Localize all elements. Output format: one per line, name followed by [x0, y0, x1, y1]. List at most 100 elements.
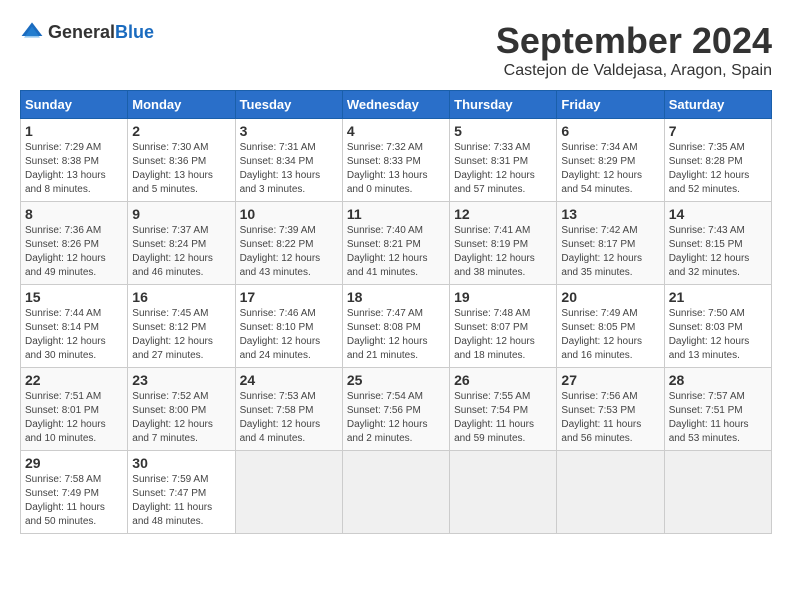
calendar-cell: 27 Sunrise: 7:56 AMSunset: 7:53 PMDaylig…: [557, 368, 664, 451]
day-number: 17: [240, 289, 338, 305]
day-detail: Sunrise: 7:52 AMSunset: 8:00 PMDaylight:…: [132, 391, 213, 444]
day-detail: Sunrise: 7:54 AMSunset: 7:56 PMDaylight:…: [347, 391, 428, 444]
calendar-cell: 29 Sunrise: 7:58 AMSunset: 7:49 PMDaylig…: [21, 451, 128, 534]
calendar-cell: 19 Sunrise: 7:48 AMSunset: 8:07 PMDaylig…: [450, 285, 557, 368]
day-detail: Sunrise: 7:36 AMSunset: 8:26 PMDaylight:…: [25, 225, 106, 278]
calendar-cell: 23 Sunrise: 7:52 AMSunset: 8:00 PMDaylig…: [128, 368, 235, 451]
day-number: 25: [347, 372, 445, 388]
day-of-week-header: Sunday: [21, 91, 128, 119]
calendar-cell: 30 Sunrise: 7:59 AMSunset: 7:47 PMDaylig…: [128, 451, 235, 534]
calendar-cell: 9 Sunrise: 7:37 AMSunset: 8:24 PMDayligh…: [128, 202, 235, 285]
day-number: 27: [561, 372, 659, 388]
day-of-week-header: Wednesday: [342, 91, 449, 119]
day-number: 16: [132, 289, 230, 305]
day-detail: Sunrise: 7:29 AMSunset: 8:38 PMDaylight:…: [25, 142, 106, 195]
day-detail: Sunrise: 7:59 AMSunset: 7:47 PMDaylight:…: [132, 474, 212, 527]
day-detail: Sunrise: 7:43 AMSunset: 8:15 PMDaylight:…: [669, 225, 750, 278]
day-detail: Sunrise: 7:56 AMSunset: 7:53 PMDaylight:…: [561, 391, 641, 444]
day-number: 19: [454, 289, 552, 305]
calendar-cell: [557, 451, 664, 534]
day-number: 18: [347, 289, 445, 305]
day-number: 15: [25, 289, 123, 305]
day-number: 1: [25, 123, 123, 139]
day-detail: Sunrise: 7:31 AMSunset: 8:34 PMDaylight:…: [240, 142, 321, 195]
calendar-cell: 15 Sunrise: 7:44 AMSunset: 8:14 PMDaylig…: [21, 285, 128, 368]
calendar-cell: 7 Sunrise: 7:35 AMSunset: 8:28 PMDayligh…: [664, 119, 771, 202]
day-number: 23: [132, 372, 230, 388]
calendar-cell: 28 Sunrise: 7:57 AMSunset: 7:51 PMDaylig…: [664, 368, 771, 451]
day-number: 28: [669, 372, 767, 388]
calendar-cell: 8 Sunrise: 7:36 AMSunset: 8:26 PMDayligh…: [21, 202, 128, 285]
day-detail: Sunrise: 7:42 AMSunset: 8:17 PMDaylight:…: [561, 225, 642, 278]
calendar-cell: 21 Sunrise: 7:50 AMSunset: 8:03 PMDaylig…: [664, 285, 771, 368]
day-number: 26: [454, 372, 552, 388]
day-number: 22: [25, 372, 123, 388]
day-detail: Sunrise: 7:32 AMSunset: 8:33 PMDaylight:…: [347, 142, 428, 195]
calendar-cell: 25 Sunrise: 7:54 AMSunset: 7:56 PMDaylig…: [342, 368, 449, 451]
day-number: 10: [240, 206, 338, 222]
calendar-week-row: 15 Sunrise: 7:44 AMSunset: 8:14 PMDaylig…: [21, 285, 772, 368]
day-detail: Sunrise: 7:57 AMSunset: 7:51 PMDaylight:…: [669, 391, 749, 444]
day-detail: Sunrise: 7:50 AMSunset: 8:03 PMDaylight:…: [669, 308, 750, 361]
day-detail: Sunrise: 7:55 AMSunset: 7:54 PMDaylight:…: [454, 391, 534, 444]
day-detail: Sunrise: 7:44 AMSunset: 8:14 PMDaylight:…: [25, 308, 106, 361]
day-number: 21: [669, 289, 767, 305]
day-number: 20: [561, 289, 659, 305]
day-detail: Sunrise: 7:48 AMSunset: 8:07 PMDaylight:…: [454, 308, 535, 361]
calendar-body: 1 Sunrise: 7:29 AMSunset: 8:38 PMDayligh…: [21, 119, 772, 534]
day-detail: Sunrise: 7:30 AMSunset: 8:36 PMDaylight:…: [132, 142, 213, 195]
day-number: 8: [25, 206, 123, 222]
day-number: 7: [669, 123, 767, 139]
day-detail: Sunrise: 7:33 AMSunset: 8:31 PMDaylight:…: [454, 142, 535, 195]
day-detail: Sunrise: 7:45 AMSunset: 8:12 PMDaylight:…: [132, 308, 213, 361]
day-detail: Sunrise: 7:35 AMSunset: 8:28 PMDaylight:…: [669, 142, 750, 195]
day-number: 12: [454, 206, 552, 222]
logo-text: GeneralBlue: [48, 22, 154, 43]
calendar-cell: 13 Sunrise: 7:42 AMSunset: 8:17 PMDaylig…: [557, 202, 664, 285]
day-of-week-header: Thursday: [450, 91, 557, 119]
day-number: 29: [25, 455, 123, 471]
calendar-cell: 18 Sunrise: 7:47 AMSunset: 8:08 PMDaylig…: [342, 285, 449, 368]
day-number: 9: [132, 206, 230, 222]
calendar-week-row: 22 Sunrise: 7:51 AMSunset: 8:01 PMDaylig…: [21, 368, 772, 451]
calendar-week-row: 29 Sunrise: 7:58 AMSunset: 7:49 PMDaylig…: [21, 451, 772, 534]
day-number: 30: [132, 455, 230, 471]
calendar-cell: 2 Sunrise: 7:30 AMSunset: 8:36 PMDayligh…: [128, 119, 235, 202]
calendar-cell: [450, 451, 557, 534]
calendar-table: SundayMondayTuesdayWednesdayThursdayFrid…: [20, 90, 772, 534]
calendar-cell: 4 Sunrise: 7:32 AMSunset: 8:33 PMDayligh…: [342, 119, 449, 202]
calendar-cell: 3 Sunrise: 7:31 AMSunset: 8:34 PMDayligh…: [235, 119, 342, 202]
logo: GeneralBlue: [20, 20, 154, 44]
day-detail: Sunrise: 7:41 AMSunset: 8:19 PMDaylight:…: [454, 225, 535, 278]
calendar-subtitle: Castejon de Valdejasa, Aragon, Spain: [496, 62, 772, 80]
calendar-cell: 22 Sunrise: 7:51 AMSunset: 8:01 PMDaylig…: [21, 368, 128, 451]
calendar-week-row: 1 Sunrise: 7:29 AMSunset: 8:38 PMDayligh…: [21, 119, 772, 202]
day-detail: Sunrise: 7:46 AMSunset: 8:10 PMDaylight:…: [240, 308, 321, 361]
day-number: 6: [561, 123, 659, 139]
day-detail: Sunrise: 7:49 AMSunset: 8:05 PMDaylight:…: [561, 308, 642, 361]
day-of-week-header: Saturday: [664, 91, 771, 119]
calendar-cell: 14 Sunrise: 7:43 AMSunset: 8:15 PMDaylig…: [664, 202, 771, 285]
calendar-cell: [664, 451, 771, 534]
calendar-cell: 24 Sunrise: 7:53 AMSunset: 7:58 PMDaylig…: [235, 368, 342, 451]
day-detail: Sunrise: 7:51 AMSunset: 8:01 PMDaylight:…: [25, 391, 106, 444]
header: GeneralBlue September 2024 Castejon de V…: [20, 20, 772, 80]
day-number: 11: [347, 206, 445, 222]
calendar-cell: 26 Sunrise: 7:55 AMSunset: 7:54 PMDaylig…: [450, 368, 557, 451]
day-number: 3: [240, 123, 338, 139]
day-number: 4: [347, 123, 445, 139]
day-detail: Sunrise: 7:58 AMSunset: 7:49 PMDaylight:…: [25, 474, 105, 527]
calendar-cell: 5 Sunrise: 7:33 AMSunset: 8:31 PMDayligh…: [450, 119, 557, 202]
calendar-cell: 12 Sunrise: 7:41 AMSunset: 8:19 PMDaylig…: [450, 202, 557, 285]
day-of-week-header: Friday: [557, 91, 664, 119]
day-detail: Sunrise: 7:39 AMSunset: 8:22 PMDaylight:…: [240, 225, 321, 278]
title-block: September 2024 Castejon de Valdejasa, Ar…: [496, 20, 772, 80]
day-number: 24: [240, 372, 338, 388]
calendar-header: SundayMondayTuesdayWednesdayThursdayFrid…: [21, 91, 772, 119]
day-of-week-header: Monday: [128, 91, 235, 119]
day-detail: Sunrise: 7:40 AMSunset: 8:21 PMDaylight:…: [347, 225, 428, 278]
day-number: 13: [561, 206, 659, 222]
calendar-cell: [342, 451, 449, 534]
calendar-week-row: 8 Sunrise: 7:36 AMSunset: 8:26 PMDayligh…: [21, 202, 772, 285]
calendar-cell: 20 Sunrise: 7:49 AMSunset: 8:05 PMDaylig…: [557, 285, 664, 368]
